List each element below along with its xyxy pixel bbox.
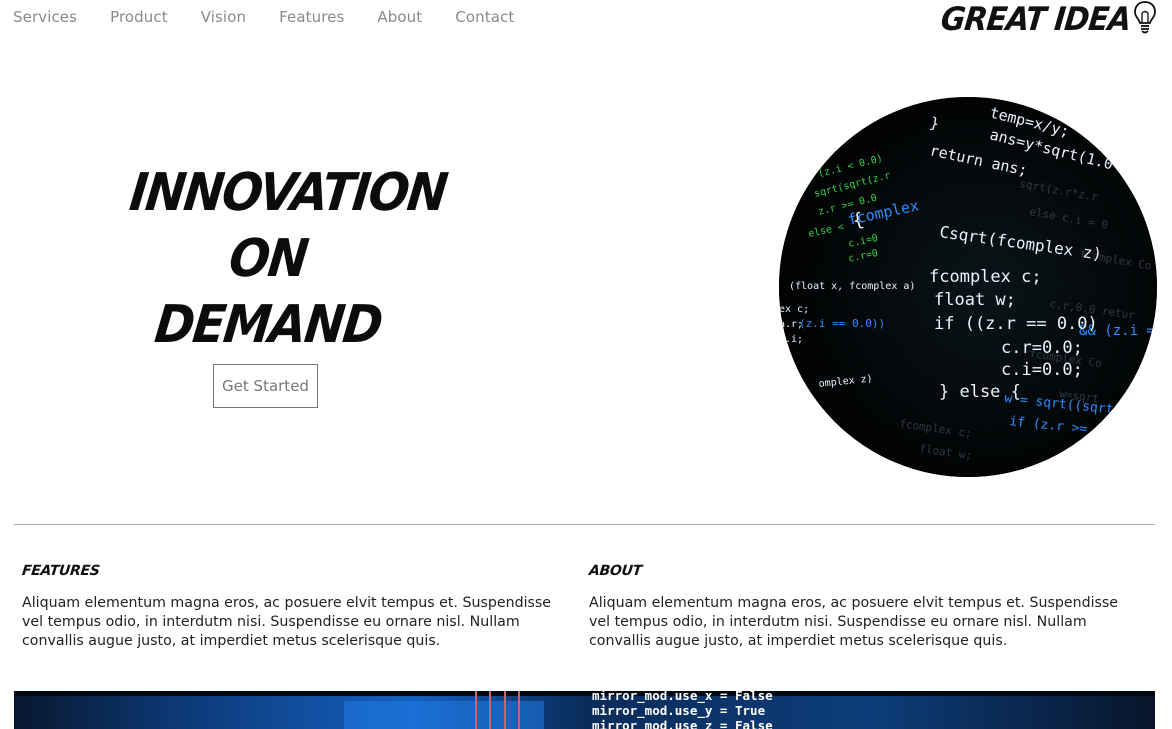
svg-text:if ((z.r == 0.0): if ((z.r == 0.0) <box>934 314 1098 334</box>
nav-link-about[interactable]: About <box>377 8 422 26</box>
logo-text: GREAT IDEA <box>938 0 1132 38</box>
nav-link-features[interactable]: Features <box>279 8 344 26</box>
svg-text:(z.i == 0.0)): (z.i == 0.0)) <box>799 317 885 330</box>
svg-text:c.i=0.0;: c.i=0.0; <box>1001 360 1083 380</box>
banner-code-line: mirror_mod.use_z = False <box>592 718 773 729</box>
hero-title: INNOVATION ON DEMAND <box>118 160 450 358</box>
code-screen-image: sqrt(z.r*z.r else c.i = 0 fcomplex Co c.… <box>779 97 1157 477</box>
get-started-button[interactable]: Get Started <box>213 364 318 408</box>
nav-link-contact[interactable]: Contact <box>455 8 514 26</box>
features-heading: FEATURES <box>21 563 101 579</box>
features-section: FEATURES Aliquam elementum magna eros, a… <box>21 563 574 651</box>
svg-text:ex c;: ex c; <box>779 304 809 315</box>
svg-text:float w;: float w; <box>934 290 1016 310</box>
logo[interactable]: GREAT IDEA <box>938 0 1158 40</box>
lightbulb-icon <box>1132 0 1158 40</box>
nav-link-vision[interactable]: Vision <box>201 8 246 26</box>
features-body: Aliquam elementum magna eros, ac posuere… <box>22 595 552 649</box>
about-body: Aliquam elementum magna eros, ac posuere… <box>589 595 1119 649</box>
hero-title-line: ON <box>226 229 310 289</box>
svg-text:a.i;: a.i; <box>779 334 803 345</box>
svg-text:a.r;: a.r; <box>779 319 803 330</box>
hero-title-line: INNOVATION <box>126 163 450 223</box>
about-heading: ABOUT <box>588 563 643 579</box>
code-banner-image: mirror_mod.use_x = False mirror_mod.use_… <box>14 691 1155 729</box>
svg-text:c.r=0.0;: c.r=0.0; <box>1001 338 1083 358</box>
nav-link-services[interactable]: Services <box>13 8 77 26</box>
banner-code-line: mirror_mod.use_y = True <box>592 703 766 719</box>
svg-text:(float x, fcomplex a): (float x, fcomplex a) <box>789 281 915 292</box>
nav-link-product[interactable]: Product <box>110 8 168 26</box>
top-nav: Services Product Vision Features About C… <box>13 8 547 26</box>
svg-text:fcomplex c;: fcomplex c; <box>929 267 1042 287</box>
svg-text:} else {: } else { <box>939 382 1021 402</box>
about-section: ABOUT Aliquam elementum magna eros, ac p… <box>588 563 1141 651</box>
section-divider <box>14 524 1155 525</box>
hero-title-line: DEMAND <box>151 295 385 355</box>
